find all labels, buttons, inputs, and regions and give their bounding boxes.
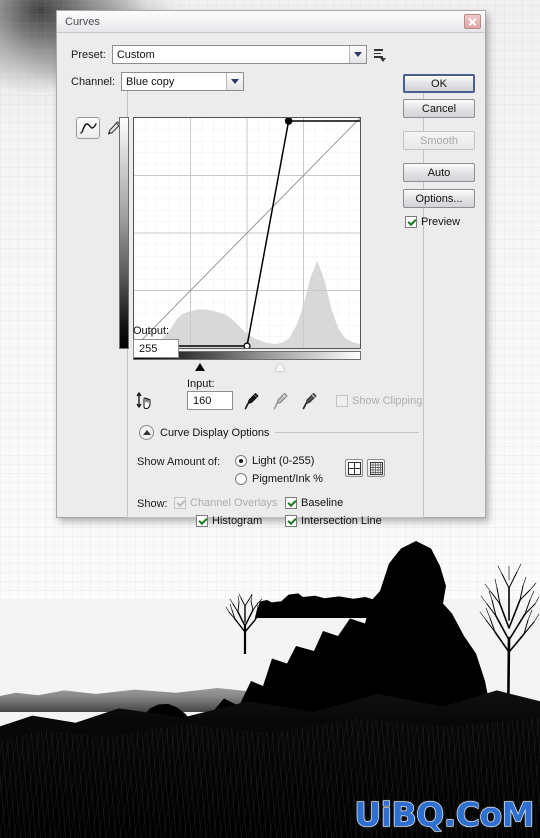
radio-light-label: Light (0-255) — [252, 455, 315, 467]
preset-label: Preset: — [71, 48, 106, 61]
channel-dropdown[interactable]: Blue copy — [121, 72, 245, 91]
ok-button[interactable]: OK — [403, 74, 475, 93]
histogram-label: Histogram — [212, 515, 263, 527]
curve-control-point-black — [243, 342, 251, 348]
dialog-title: Curves — [65, 15, 100, 28]
baseline-label: Baseline — [301, 497, 344, 509]
close-icon[interactable] — [464, 14, 481, 29]
preset-value: Custom — [116, 48, 155, 61]
chevron-down-icon — [348, 46, 366, 63]
baseline-checkbox[interactable] — [285, 497, 297, 509]
disclosure-triangle-icon[interactable] — [139, 425, 154, 440]
checkbox-channel-overlays: Channel Overlays — [174, 497, 277, 509]
radio-light[interactable]: Light (0-255) — [235, 455, 314, 467]
input-label: Input: — [187, 378, 215, 390]
preview-label: Preview — [421, 216, 461, 228]
radio-pigment-ink[interactable]: Pigment/Ink % — [235, 473, 323, 485]
curve-control-point-white — [284, 118, 293, 125]
output-label: Output: — [133, 325, 170, 337]
black-point-slider[interactable] — [195, 363, 205, 371]
radio-pigment-button[interactable] — [235, 473, 247, 485]
grid-quarter-icon[interactable] — [345, 459, 363, 477]
intersection-line-label: Intersection Line — [301, 515, 382, 527]
black-point-eyedropper-icon[interactable] — [243, 391, 260, 411]
white-point-eyedropper-icon[interactable] — [301, 391, 318, 411]
dialog-body: Preset: Custom Channel: Blue copy OK Can… — [57, 33, 485, 527]
dialog-titlebar[interactable]: Curves — [57, 11, 485, 33]
grid-tenth-icon[interactable] — [367, 459, 385, 477]
preset-row: Preset: Custom — [71, 45, 386, 64]
options-button[interactable]: Options... — [403, 189, 475, 208]
channel-overlays-checkbox — [174, 497, 186, 509]
curve-display-options-title: Curve Display Options — [160, 426, 270, 439]
preset-dropdown[interactable]: Custom — [111, 45, 367, 64]
checkbox-histogram[interactable]: Histogram — [196, 515, 262, 527]
cancel-button[interactable]: Cancel — [403, 99, 475, 118]
show-label: Show: — [137, 498, 168, 510]
checkbox-intersection-line[interactable]: Intersection Line — [285, 515, 382, 527]
input-field[interactable]: 160 — [187, 391, 233, 410]
checkbox-baseline[interactable]: Baseline — [285, 497, 343, 509]
tone-curve-graph[interactable] — [133, 117, 361, 349]
curve-draw-icon[interactable] — [76, 117, 100, 139]
curve-point-tool-icon[interactable] — [136, 391, 156, 411]
radio-light-button[interactable] — [235, 455, 247, 467]
channel-value: Blue copy — [126, 75, 175, 88]
show-clipping-label: Show Clipping — [352, 395, 423, 407]
preset-options-icon[interactable] — [373, 47, 386, 62]
channel-overlays-label: Channel Overlays — [190, 497, 278, 509]
smooth-button: Smooth — [403, 131, 475, 150]
grid-size-buttons — [345, 459, 385, 477]
radio-pigment-label: Pigment/Ink % — [252, 473, 323, 485]
gray-point-eyedropper-icon[interactable] — [272, 391, 289, 411]
output-gradient-ramp — [119, 117, 129, 349]
curve-display-options-header: Curve Display Options — [139, 425, 419, 440]
output-field[interactable]: 255 — [133, 339, 179, 358]
histogram-checkbox[interactable] — [196, 515, 208, 527]
intersection-line-checkbox[interactable] — [285, 515, 297, 527]
watermark: UiBQ.CoM — [354, 794, 535, 834]
show-clipping-checkbox — [336, 395, 348, 407]
white-point-slider[interactable] — [275, 363, 285, 371]
eyedropper-tools — [243, 391, 318, 411]
preview-checkbox[interactable] — [405, 216, 417, 228]
auto-button[interactable]: Auto — [403, 163, 475, 182]
curves-dialog: Curves Preset: Custom Channel: Blue copy — [56, 10, 486, 527]
section-divider — [275, 432, 419, 433]
channel-label: Channel: — [71, 75, 116, 88]
preview-checkbox-row[interactable]: Preview — [405, 216, 460, 228]
channel-row: Channel: Blue copy — [71, 72, 245, 91]
show-amount-of-label: Show Amount of: — [137, 456, 221, 468]
chevron-down-icon — [226, 73, 244, 90]
show-clipping-row: Show Clipping — [336, 395, 422, 407]
